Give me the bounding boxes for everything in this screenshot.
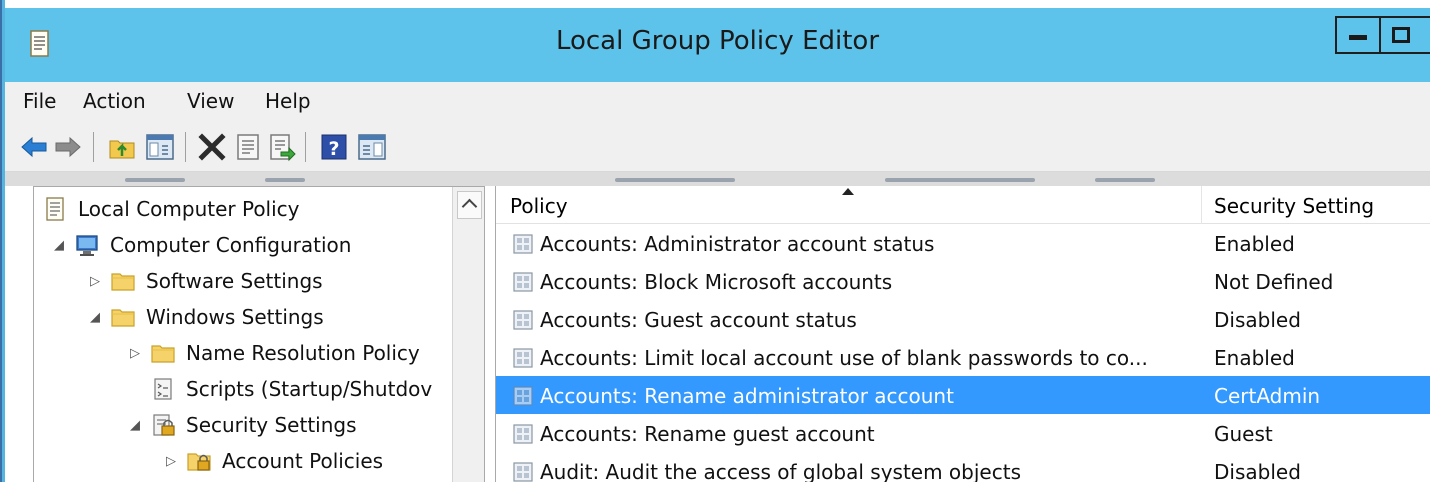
title-bar[interactable]: Local Group Policy Editor <box>5 8 1430 82</box>
toolbar: ? <box>5 122 1430 172</box>
policy-name: Accounts: Block Microsoft accounts <box>540 270 893 294</box>
security-settings-icon <box>153 414 175 436</box>
show-hide-action-pane-icon[interactable] <box>357 132 387 162</box>
tree-item-software-settings[interactable]: ▷ Software Settings <box>86 263 323 299</box>
policy-name: Accounts: Rename administrator account <box>540 384 954 408</box>
minimize-button[interactable] <box>1335 16 1379 54</box>
column-header-policy[interactable]: Policy <box>510 194 568 218</box>
tree-item-label: Name Resolution Policy <box>186 341 420 365</box>
expand-icon[interactable]: ▷ <box>162 454 180 469</box>
collapse-icon[interactable]: ◢ <box>86 310 104 325</box>
policy-setting-icon <box>513 348 533 368</box>
policy-row[interactable]: Accounts: Block Microsoft accounts Not D… <box>496 262 1430 300</box>
tree-item-label: Computer Configuration <box>110 233 352 257</box>
maximize-button[interactable] <box>1379 16 1430 54</box>
policy-name: Audit: Audit the access of global system… <box>540 460 1021 482</box>
column-header-security-setting[interactable]: Security Setting <box>1214 194 1374 218</box>
obscured-text <box>1095 178 1155 182</box>
security-setting-value: Disabled <box>1214 460 1301 482</box>
policy-setting-icon <box>513 272 533 292</box>
sort-ascending-icon <box>842 188 854 195</box>
tree-item-computer-configuration[interactable]: ◢ Computer Configuration <box>50 227 351 263</box>
policy-row[interactable]: Accounts: Rename guest account Guest <box>496 414 1430 452</box>
delete-icon[interactable] <box>197 132 227 162</box>
scroll-up-button[interactable] <box>457 191 482 219</box>
tree-item-label: Account Policies <box>222 449 384 473</box>
folder-icon <box>111 309 135 327</box>
up-folder-icon[interactable] <box>107 132 137 162</box>
tree-scrollbar[interactable] <box>452 187 484 482</box>
tree-item-account-policies[interactable]: ▷ Account Policies <box>162 443 383 479</box>
obscured-text <box>125 178 185 182</box>
forward-arrow-icon[interactable] <box>53 132 83 162</box>
tree-item-name-resolution-policy[interactable]: ▷ Name Resolution Policy <box>126 335 420 371</box>
policy-row-selected[interactable]: Accounts: Rename administrator account C… <box>496 376 1430 414</box>
tree-item-label: Security Settings <box>186 413 357 437</box>
properties-icon[interactable] <box>233 132 263 162</box>
obscured-text <box>265 178 305 182</box>
show-hide-console-tree-icon[interactable] <box>145 132 175 162</box>
tree-item-label: Windows Settings <box>146 305 324 329</box>
collapse-icon[interactable]: ◢ <box>50 238 68 253</box>
policy-name: Accounts: Administrator account status <box>540 232 935 256</box>
menu-file[interactable]: File <box>21 89 58 113</box>
obscured-text <box>615 178 735 182</box>
menu-help[interactable]: Help <box>263 89 313 113</box>
policy-name: Accounts: Guest account status <box>540 308 857 332</box>
toolbar-separator <box>93 132 94 162</box>
folder-icon <box>151 345 175 363</box>
security-setting-value: Enabled <box>1214 232 1295 256</box>
policy-setting-icon <box>513 424 533 444</box>
tree-item-label: Software Settings <box>146 269 323 293</box>
menu-view[interactable]: View <box>185 89 236 113</box>
list-header: Policy Security Setting <box>496 186 1430 224</box>
policy-list-pane[interactable]: Policy Security Setting Accounts: Admini… <box>495 186 1430 482</box>
policy-row[interactable]: Audit: Audit the access of global system… <box>496 452 1430 482</box>
toolbar-separator <box>185 132 186 162</box>
tree-item-scripts[interactable]: Scripts (Startup/Shutdov <box>126 371 432 407</box>
menu-bar: File Action View Help <box>5 82 1430 122</box>
policy-row[interactable]: Accounts: Limit local account use of bla… <box>496 338 1430 376</box>
policy-row[interactable]: Accounts: Administrator account status E… <box>496 224 1430 262</box>
window-title: Local Group Policy Editor <box>555 26 880 56</box>
security-setting-value: Disabled <box>1214 308 1301 332</box>
back-arrow-icon[interactable] <box>19 132 49 162</box>
toolbar-separator <box>305 132 306 162</box>
policy-document-icon <box>46 197 64 221</box>
lock-folder-icon <box>187 453 211 471</box>
help-icon[interactable]: ? <box>319 132 349 162</box>
policy-setting-icon <box>513 386 533 406</box>
column-divider[interactable] <box>1201 186 1202 224</box>
tree-item-windows-settings[interactable]: ◢ Windows Settings <box>86 299 324 335</box>
maximize-icon <box>1392 27 1410 43</box>
svg-text:?: ? <box>328 138 339 160</box>
collapse-icon[interactable]: ◢ <box>126 418 144 433</box>
expand-icon[interactable]: ▷ <box>126 346 144 361</box>
tree-item-label: Local Computer Policy <box>78 197 300 221</box>
security-setting-value: Not Defined <box>1214 270 1334 294</box>
tree-item-local-computer-policy[interactable]: Local Computer Policy <box>42 191 300 227</box>
folder-icon <box>111 273 135 291</box>
group-policy-editor-window: Local Group Policy Editor File Action Vi… <box>0 0 1430 482</box>
script-icon <box>154 378 172 400</box>
expand-icon[interactable]: ▷ <box>86 274 104 289</box>
security-setting-value: Enabled <box>1214 346 1295 370</box>
minimize-icon <box>1349 34 1367 40</box>
computer-icon <box>76 235 98 256</box>
export-list-icon[interactable] <box>267 132 297 162</box>
policy-name: Accounts: Limit local account use of bla… <box>540 346 1148 370</box>
policy-setting-icon <box>513 234 533 254</box>
security-setting-value: CertAdmin <box>1214 384 1321 408</box>
tree-item-label: Scripts (Startup/Shutdov <box>186 377 433 401</box>
policy-setting-icon <box>513 462 533 482</box>
menu-action[interactable]: Action <box>81 89 148 113</box>
policy-setting-icon <box>513 310 533 330</box>
tree-item-security-settings[interactable]: ◢ Security Settings <box>126 407 357 443</box>
security-setting-value: Guest <box>1214 422 1273 446</box>
policy-name: Accounts: Rename guest account <box>540 422 875 446</box>
console-tree-pane[interactable]: Local Computer Policy ◢ Computer Configu… <box>33 186 485 482</box>
pane-separator <box>5 172 1430 186</box>
policy-row[interactable]: Accounts: Guest account status Disabled <box>496 300 1430 338</box>
obscured-text <box>885 178 1035 182</box>
